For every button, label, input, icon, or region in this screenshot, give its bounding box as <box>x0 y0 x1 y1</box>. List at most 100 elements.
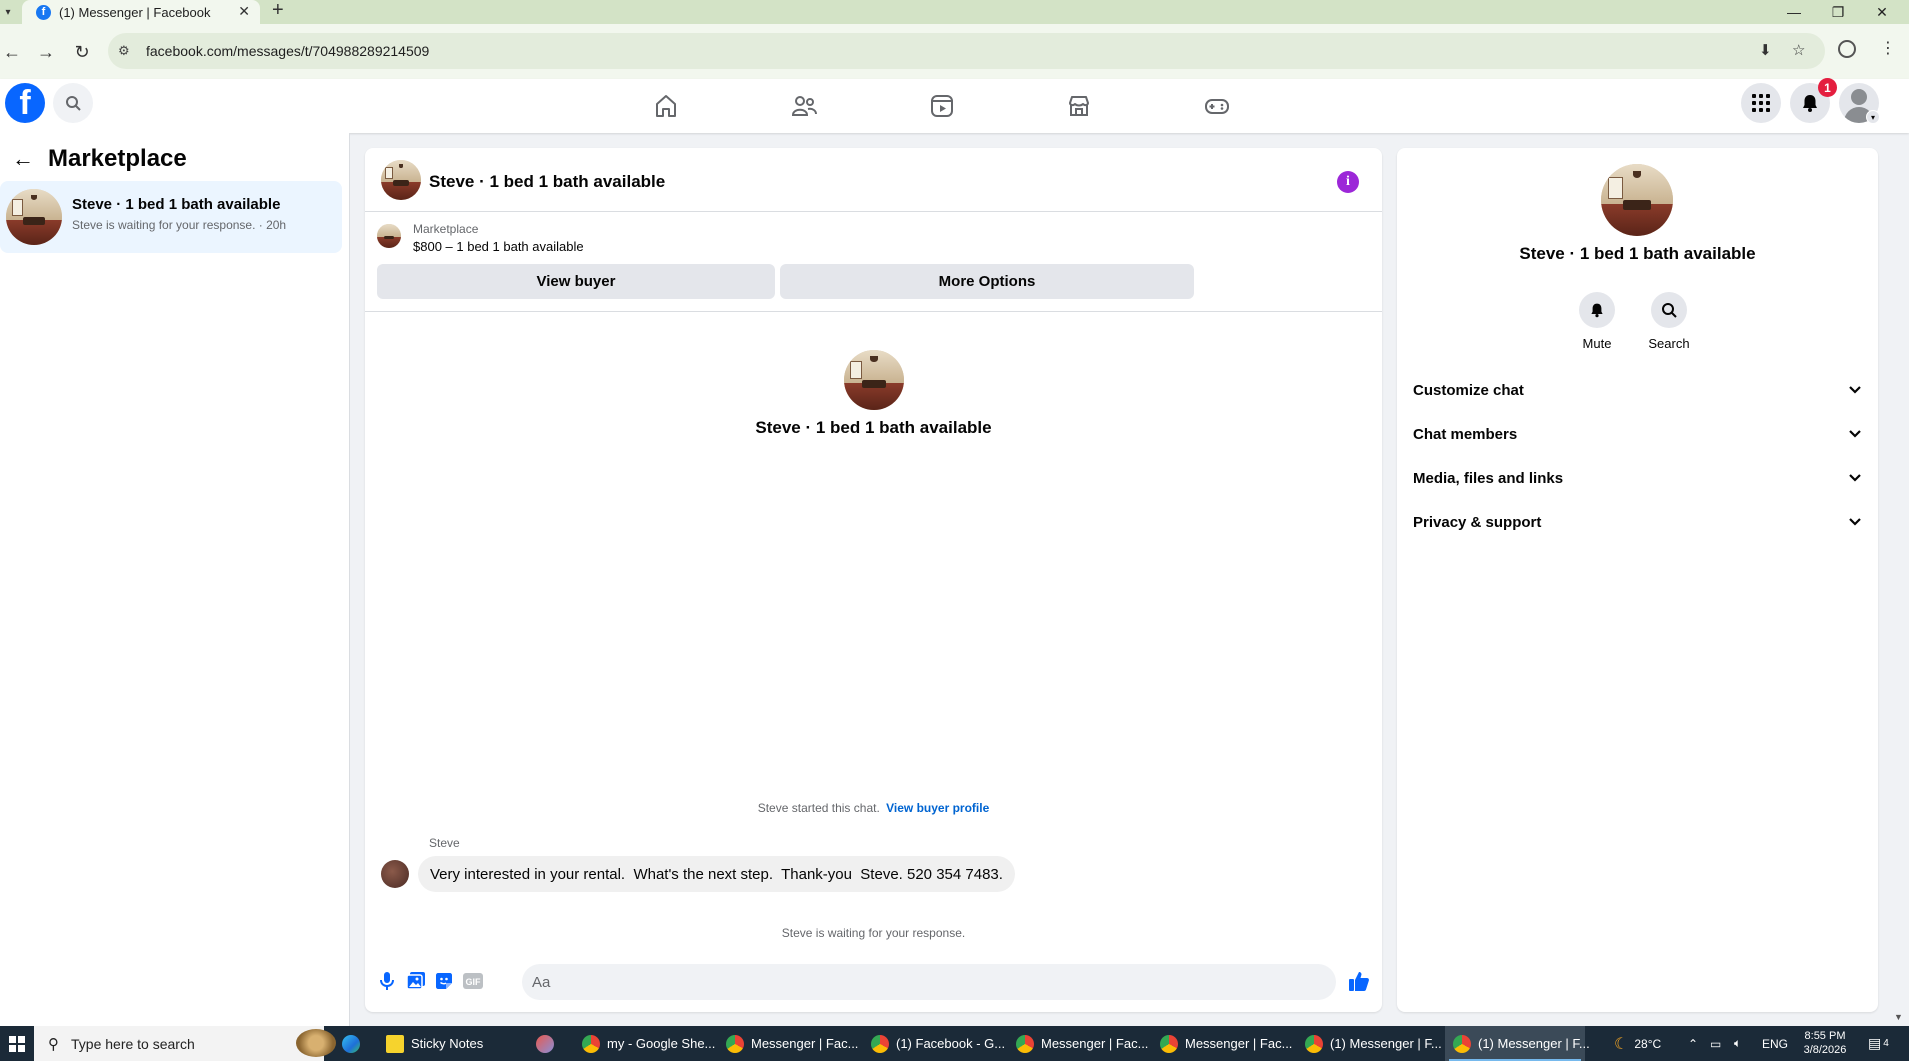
browser-tab-title: (1) Messenger | Facebook <box>59 4 211 20</box>
sticker-icon[interactable] <box>432 969 456 993</box>
facebook-favicon-icon: f <box>36 4 51 20</box>
search-icon <box>1662 303 1677 318</box>
forward-icon[interactable]: → <box>34 40 58 64</box>
facebook-logo[interactable]: f <box>5 83 45 123</box>
facebook-search-button[interactable] <box>53 83 93 123</box>
app-icon <box>536 1034 554 1053</box>
chat-members-section[interactable]: Chat members <box>1413 412 1862 456</box>
account-chevron-down-icon[interactable]: ▾ <box>1866 110 1880 124</box>
temperature: 28°C <box>1634 1036 1662 1051</box>
clock-time: 8:55 PM <box>1804 1030 1846 1042</box>
taskbar-item-label: Messenger | Fac... <box>1041 1036 1149 1051</box>
scroll-down-arrow-icon[interactable]: ▼ <box>1894 1012 1903 1022</box>
message-input-box[interactable] <box>522 964 1488 1000</box>
show-hidden-icons-chevron-up-icon[interactable]: ⌃ <box>1688 1026 1698 1061</box>
taskbar-item-messenger-4[interactable]: (1) Messenger | F... <box>1301 1026 1442 1061</box>
chat-header-title[interactable]: Steve · 1 bed 1 bath available <box>429 172 665 192</box>
bell-icon <box>1803 95 1817 112</box>
message-bubble[interactable]: Very interested in your rental. What's t… <box>418 856 1015 892</box>
taskbar-item-messenger-active[interactable]: (1) Messenger | F... <box>1445 1026 1590 1061</box>
minimize-window-icon[interactable]: — <box>1772 0 1816 24</box>
back-icon[interactable]: ← <box>0 40 24 64</box>
chevron-down-icon <box>1848 470 1862 487</box>
chat-started-text: Steve started this chat. <box>757 801 880 815</box>
browser-tab-active[interactable]: f (1) Messenger | Facebook ✕ <box>22 0 260 24</box>
volume-icon[interactable]: 🔈︎ <box>1734 1026 1741 1061</box>
chrome-icon <box>871 1034 889 1053</box>
taskbar-item-facebook[interactable]: (1) Facebook - G... <box>867 1026 1005 1061</box>
view-buyer-button[interactable]: View buyer <box>377 264 775 299</box>
waiting-status: Steve is waiting for your response. <box>781 926 966 940</box>
section-label: Customize chat <box>1413 381 1524 399</box>
left-panel-header: ← Marketplace <box>12 145 187 173</box>
chrome-icon <box>1453 1034 1471 1053</box>
new-tab-button[interactable]: + <box>272 0 284 24</box>
search-action[interactable]: Search <box>1639 292 1699 351</box>
taskbar-item-messenger-2[interactable]: Messenger | Fac... <box>1012 1026 1148 1061</box>
address-url[interactable]: facebook.com/messages/t/704988289214509 <box>146 43 429 59</box>
marketplace-chats-panel: ← Marketplace Steve · 1 bed 1 bath avail… <box>0 133 350 1042</box>
listing-thumbnail <box>6 189 62 245</box>
site-settings-icon[interactable]: ⚙ <box>118 43 138 59</box>
mute-action[interactable]: Mute <box>1567 292 1627 351</box>
home-nav-icon[interactable] <box>651 91 681 121</box>
sender-avatar[interactable] <box>381 860 409 888</box>
photo-icon[interactable] <box>404 969 428 993</box>
bookmark-star-icon[interactable]: ☆ <box>1792 41 1805 59</box>
customize-chat-section[interactable]: Customize chat <box>1413 368 1862 412</box>
taskbar-clock[interactable]: 8:55 PM 3/8/2026 <box>1800 1029 1850 1057</box>
chat-header-thumbnail[interactable] <box>381 160 421 200</box>
conversation-list-item[interactable]: Steve · 1 bed 1 bath available Steve is … <box>0 181 342 253</box>
restore-window-icon[interactable]: ❐ <box>1816 0 1860 24</box>
mute-button[interactable] <box>1579 292 1615 328</box>
more-options-button[interactable]: More Options <box>780 264 1194 299</box>
friends-nav-icon[interactable] <box>789 91 819 121</box>
taskbar-item-google-sheets[interactable]: my - Google She... <box>578 1026 715 1061</box>
windows-start-button[interactable] <box>0 1026 34 1061</box>
browser-profile-icon[interactable] <box>1838 40 1856 58</box>
language-indicator[interactable]: ENG <box>1762 1026 1788 1061</box>
message-sender-name: Steve <box>429 836 460 850</box>
marketplace-nav-icon[interactable] <box>1064 91 1094 121</box>
listing-small-thumbnail <box>377 224 401 248</box>
like-thumbs-up-icon[interactable] <box>1347 969 1371 993</box>
tab-search-chevron-icon[interactable]: ▾ <box>0 0 16 24</box>
listing-price-title[interactable]: $800 – 1 bed 1 bath available <box>413 239 584 254</box>
taskbar-item-messenger-3[interactable]: Messenger | Fac... <box>1156 1026 1292 1061</box>
media-files-links-section[interactable]: Media, files and links <box>1413 456 1862 500</box>
taskbar-item-sticky-notes[interactable]: Sticky Notes <box>382 1026 522 1061</box>
video-nav-icon[interactable] <box>927 91 957 121</box>
tab-close-icon[interactable]: ✕ <box>238 3 250 20</box>
gif-icon[interactable]: GIF <box>461 969 485 993</box>
menu-grid-button[interactable] <box>1741 83 1781 123</box>
search-icon <box>66 96 81 111</box>
microphone-icon[interactable] <box>375 969 399 993</box>
avatar-head <box>1851 89 1867 105</box>
message-input[interactable] <box>532 964 1272 1000</box>
chrome-icon <box>1305 1034 1323 1053</box>
install-app-icon[interactable]: ⬇ <box>1759 41 1772 59</box>
notification-center-icon: ▤ <box>1868 1035 1882 1051</box>
taskbar-item-label: (1) Messenger | F... <box>1330 1036 1442 1051</box>
privacy-support-section[interactable]: Privacy & support <box>1413 500 1862 544</box>
edge-taskbar-button[interactable] <box>336 1026 366 1061</box>
weather-widget[interactable]: ☾ 28°C <box>1614 1026 1661 1061</box>
search-icon: ⚲ <box>48 1035 59 1053</box>
back-arrow-icon[interactable]: ← <box>12 146 34 172</box>
view-buyer-profile-link[interactable]: View buyer profile <box>886 801 989 815</box>
network-icon[interactable]: ▭ <box>1710 1026 1721 1061</box>
close-window-icon[interactable]: ✕ <box>1860 0 1904 24</box>
chat-started-note: Steve started this chat. View buyer prof… <box>365 801 1382 815</box>
taskbar-search-box[interactable]: ⚲ Type here to search <box>34 1026 336 1061</box>
gaming-nav-icon[interactable] <box>1202 91 1232 121</box>
info-icon[interactable]: i <box>1337 171 1359 193</box>
action-center-button[interactable]: ▤ 4 <box>1868 1026 1889 1061</box>
taskbar-item-app[interactable] <box>530 1026 560 1061</box>
chrome-icon <box>1160 1034 1178 1053</box>
taskbar-item-messenger-1[interactable]: Messenger | Fac... <box>722 1026 858 1061</box>
reload-icon[interactable]: ↻ <box>70 40 94 64</box>
chrome-icon <box>1016 1034 1034 1053</box>
search-in-conversation-button[interactable] <box>1651 292 1687 328</box>
browser-menu-icon[interactable]: ⋮ <box>1880 38 1896 58</box>
address-bar[interactable]: ⚙ facebook.com/messages/t/70498828921450… <box>108 33 1825 69</box>
